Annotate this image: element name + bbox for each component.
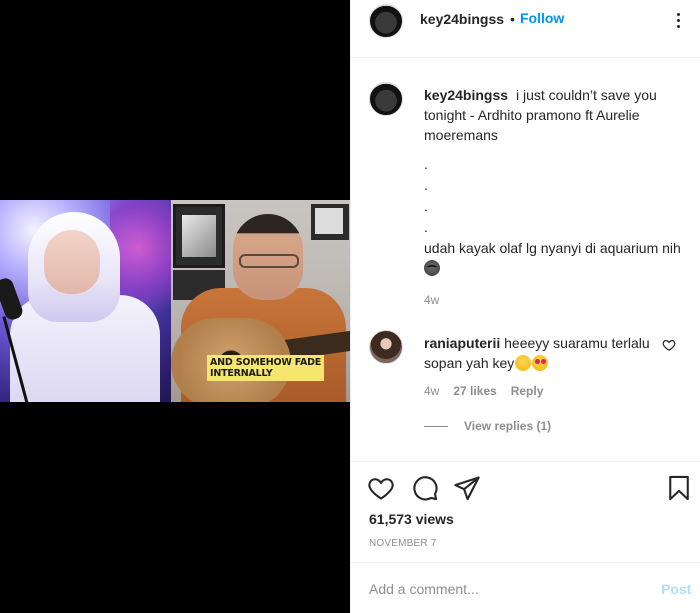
separator-dot: •	[510, 11, 515, 27]
reply-button[interactable]: Reply	[511, 384, 544, 398]
username[interactable]: key24bingss	[420, 11, 504, 27]
heart-icon[interactable]	[367, 474, 395, 502]
avatar[interactable]	[369, 4, 403, 38]
video-left-pane	[0, 200, 171, 402]
comment-username[interactable]: raniaputerii	[424, 335, 500, 351]
view-replies-button[interactable]: View replies (1)	[424, 419, 551, 433]
avatar[interactable]	[369, 82, 403, 116]
video-right-pane: AND SOMEHOW FADE INTERNALLY	[171, 200, 350, 402]
caption-text: key24bingss i just couldn’t save you ton…	[424, 85, 692, 145]
share-icon[interactable]	[453, 474, 481, 502]
divider	[424, 425, 448, 427]
comment-time[interactable]: 4w	[424, 384, 439, 398]
post-header: key24bingss • Follow	[351, 0, 700, 58]
view-count[interactable]: 61,573 views	[369, 511, 454, 527]
post-button[interactable]: Post	[661, 581, 691, 597]
heart-eyes-icon	[532, 355, 549, 371]
bookmark-icon[interactable]	[665, 474, 693, 502]
follow-button[interactable]: Follow	[520, 10, 564, 26]
heart-small-icon[interactable]	[662, 338, 676, 352]
post-date[interactable]: NOVEMBER 7	[369, 538, 437, 549]
caption-username[interactable]: key24bingss	[424, 87, 508, 103]
more-icon[interactable]	[666, 8, 690, 32]
comment-meta: 4w 27 likes Reply	[424, 384, 543, 398]
caption-dots: . . . .	[424, 156, 428, 235]
crying-face-icon	[424, 260, 440, 276]
post-media[interactable]: AND SOMEHOW FADE INTERNALLY	[0, 0, 350, 613]
actions-area: 61,573 views NOVEMBER 7	[351, 461, 700, 561]
video-caption-line: INTERNALLY	[210, 368, 273, 379]
caption-time[interactable]: 4w	[424, 293, 439, 307]
comment-text: raniaputerii heeeyy suaramu terlalu sopa…	[424, 333, 654, 373]
comment-likes[interactable]: 27 likes	[453, 384, 496, 398]
video-player[interactable]: AND SOMEHOW FADE INTERNALLY	[0, 200, 350, 402]
commenter-avatar[interactable]	[369, 330, 403, 364]
microphone	[0, 276, 25, 322]
comment-icon[interactable]	[411, 474, 439, 502]
comment-input[interactable]	[369, 578, 639, 600]
caption-extra: udah kayak olaf lg nyanyi di aquarium ni…	[424, 238, 692, 278]
video-caption-line: AND SOMEHOW FADE	[210, 357, 322, 368]
add-comment-bar: Post	[351, 562, 700, 613]
pensive-face-icon	[515, 355, 532, 371]
video-caption-overlay: AND SOMEHOW FADE INTERNALLY	[207, 355, 325, 381]
post-sidebar: key24bingss • Follow key24bingss i just …	[350, 0, 700, 613]
